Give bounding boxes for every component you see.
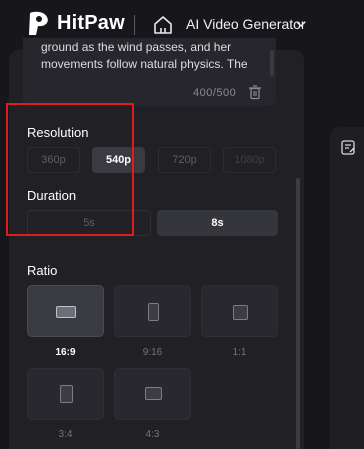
ratio-caption-4-3: 4:3 [145, 429, 160, 440]
panel-scrollbar[interactable] [296, 178, 300, 449]
brand-name[interactable]: HitPaw [57, 12, 125, 35]
ratio-3-4-icon [60, 385, 73, 403]
right-panel [330, 127, 364, 449]
duration-8s[interactable]: 8s [157, 210, 278, 236]
ratio-caption-9-16: 9:16 [142, 347, 163, 358]
hitpaw-logo-icon[interactable] [24, 9, 54, 39]
home-icon[interactable] [152, 14, 174, 36]
ratio-card-3-4[interactable] [27, 368, 104, 420]
notes-icon[interactable] [341, 140, 356, 155]
product-selector[interactable]: AI Video Generator [186, 16, 306, 32]
ratio-card-1-1[interactable] [201, 285, 278, 337]
header-divider [134, 15, 135, 35]
prompt-text[interactable]: ground as the wind passes, and her movem… [41, 39, 263, 73]
ratio-16-9-icon [56, 306, 76, 318]
ratio-caption-3-4: 3:4 [58, 429, 73, 440]
ratio-4-3-icon [145, 387, 162, 400]
trash-icon[interactable] [248, 85, 262, 100]
ratio-caption-1-1: 1:1 [232, 347, 247, 358]
ratio-1-1-icon [233, 305, 248, 320]
resolution-720p[interactable]: 720p [158, 147, 211, 173]
ratio-card-16-9[interactable] [27, 285, 104, 337]
char-counter: 400/500 [193, 87, 237, 99]
ratio-caption-16-9: 16:9 [55, 347, 76, 358]
chevron-down-icon[interactable] [295, 18, 307, 30]
ratio-9-16-icon [148, 303, 159, 321]
highlight-box [6, 103, 134, 236]
prompt-scrollbar[interactable] [270, 50, 274, 76]
ratio-card-9-16[interactable] [114, 285, 191, 337]
resolution-1080p: 1080p [223, 147, 276, 173]
ratio-label: Ratio [27, 263, 58, 278]
ratio-card-4-3[interactable] [114, 368, 191, 420]
